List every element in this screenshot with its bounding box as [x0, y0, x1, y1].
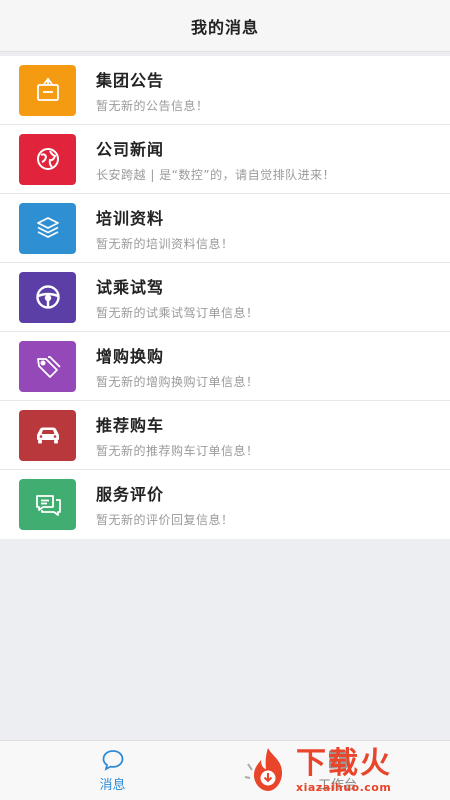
item-description: 长安跨越 | 是“数控”的，请自觉排队进来！: [96, 167, 336, 182]
item-title: 公司新闻: [96, 139, 165, 159]
message-bubble-icon: [102, 749, 123, 771]
tab-messages[interactable]: 消息: [0, 741, 225, 800]
layers-icon: [19, 202, 76, 254]
watermark: 下载火 xiazaihuo.com: [242, 742, 442, 798]
item-title: 试乘试驾: [96, 277, 165, 297]
chat-bubbles-icon: [19, 479, 76, 530]
globe-icon: [19, 133, 76, 185]
list-item-group-notice[interactable]: 集团公告 暂无新的公告信息！: [0, 56, 450, 125]
item-description: 暂无新的培训资料信息！: [96, 236, 234, 251]
message-list: 集团公告 暂无新的公告信息！ 公司新闻 长安跨越 | 是“数控”的，请自觉排队进…: [0, 56, 450, 539]
item-title: 推荐购车: [96, 415, 165, 435]
notice-board-icon: [19, 64, 76, 116]
steering-wheel-icon: [19, 271, 76, 323]
list-item-training-materials[interactable]: 培训资料 暂无新的培训资料信息！: [0, 194, 450, 263]
list-item-test-drive[interactable]: 试乘试驾 暂无新的试乘试驾订单信息！: [0, 263, 450, 332]
item-title: 增购换购: [96, 346, 165, 366]
header-bar: 我的消息: [0, 0, 450, 52]
list-item-service-review[interactable]: 服务评价 暂无新的评价回复信息！: [0, 470, 450, 539]
item-description: 暂无新的公告信息！: [96, 98, 209, 113]
list-item-company-news[interactable]: 公司新闻 长安跨越 | 是“数控”的，请自觉排队进来！: [0, 125, 450, 194]
tab-label: 消息: [99, 777, 126, 793]
item-title: 培训资料: [96, 208, 165, 228]
item-description: 暂无新的增购换购订单信息！: [96, 374, 259, 389]
page-title: 我的消息: [190, 17, 259, 37]
list-item-recommend-purchase[interactable]: 推荐购车 暂无新的推荐购车订单信息！: [0, 401, 450, 470]
item-title: 服务评价: [96, 485, 165, 504]
watermark-url: xiazaihuo.com: [296, 780, 392, 794]
item-description: 暂无新的试乘试驾订单信息！: [96, 305, 259, 320]
item-description: 暂无新的评价回复信息！: [96, 513, 234, 527]
watermark-title: 下载火: [296, 745, 392, 781]
list-item-add-trade-in[interactable]: 增购换购 暂无新的增购换购订单信息！: [0, 332, 450, 401]
car-icon: [19, 409, 76, 461]
tags-icon: [19, 340, 76, 392]
item-description: 暂无新的推荐购车订单信息！: [96, 443, 259, 458]
fire-logo-icon: [244, 748, 282, 791]
item-title: 集团公告: [96, 70, 165, 90]
